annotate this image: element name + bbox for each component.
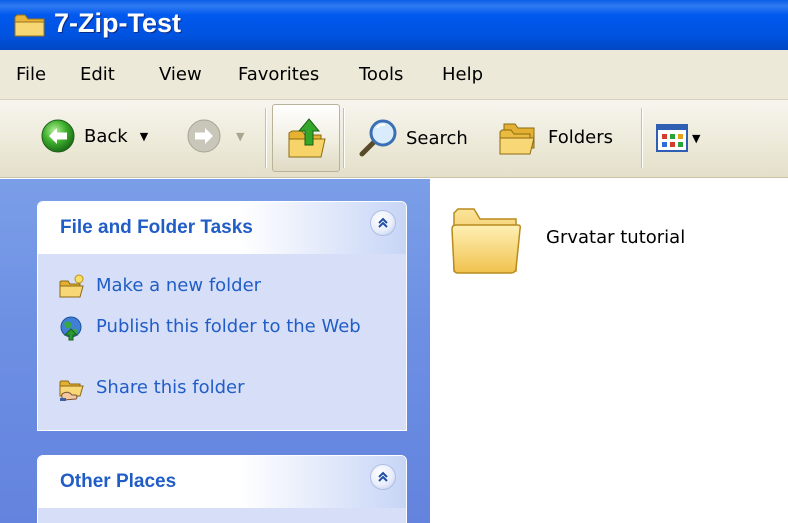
up-folder-icon [288,118,326,158]
back-dropdown-arrow-icon[interactable]: ▼ [140,130,148,143]
menu-view[interactable]: View [159,64,202,85]
collapse-chevron-icon[interactable] [370,464,396,490]
toolbar-separator [641,108,643,168]
new-folder-icon [59,274,84,298]
file-folder-tasks-title: File and Folder Tasks [60,217,253,238]
file-folder-tasks-panel: File and Folder Tasks Make a new folder [37,201,407,431]
other-places-body [38,508,406,523]
search-label: Search [406,127,468,149]
folders-button[interactable]: Folders [498,118,613,156]
other-places-header[interactable]: Other Places [38,456,406,508]
folders-icon [499,123,535,155]
forward-arrow-icon [187,119,221,153]
toolbar: Back ▼ ▼ Search Folders ▼ [0,100,788,178]
file-folder-tasks-body: Make a new folder Publish this folder to… [38,254,406,430]
task-label: Make a new folder [96,275,262,296]
forward-button[interactable]: ▼ [186,118,244,154]
other-places-title: Other Places [60,471,177,492]
menu-help[interactable]: Help [442,64,483,85]
views-dropdown-arrow-icon[interactable]: ▼ [692,132,700,145]
back-button[interactable]: Back ▼ [40,118,148,154]
menu-file[interactable]: File [16,64,46,85]
menu-favorites[interactable]: Favorites [238,64,319,85]
window-title: 7-Zip-Test [54,8,181,38]
menu-bar: File Edit View Favorites Tools Help [0,50,788,100]
search-magnifier-icon [359,119,397,157]
up-folder-button[interactable] [272,104,340,172]
task-label: Publish this folder to the Web [96,316,361,337]
views-button[interactable]: ▼ [656,124,700,152]
title-bar: 7-Zip-Test [0,0,788,50]
folders-label: Folders [548,126,614,148]
forward-dropdown-arrow-icon: ▼ [236,129,245,143]
back-arrow-icon [41,119,75,153]
folder-icon [451,208,521,274]
toolbar-separator [265,108,267,168]
publish-web-icon [60,316,82,341]
task-pane: File and Folder Tasks Make a new folder [0,179,430,523]
share-folder-icon [59,380,84,401]
task-publish-folder-web[interactable]: Publish this folder to the Web [58,315,376,341]
folder-name: Grvatar tutorial [546,227,686,248]
file-folder-tasks-header[interactable]: File and Folder Tasks [38,202,406,254]
file-list-area: Grvatar tutorial [430,179,788,523]
task-label: Share this folder [96,377,245,398]
menu-tools[interactable]: Tools [359,64,403,85]
task-make-new-folder[interactable]: Make a new folder [58,274,376,300]
toolbar-separator [343,108,345,168]
other-places-panel: Other Places [37,455,407,523]
back-label: Back [84,125,128,147]
menu-edit[interactable]: Edit [80,64,115,85]
search-button[interactable]: Search [356,116,468,160]
views-icon [656,124,688,152]
collapse-chevron-icon[interactable] [370,210,396,236]
task-share-folder[interactable]: Share this folder [58,376,376,402]
folder-icon [14,14,45,37]
